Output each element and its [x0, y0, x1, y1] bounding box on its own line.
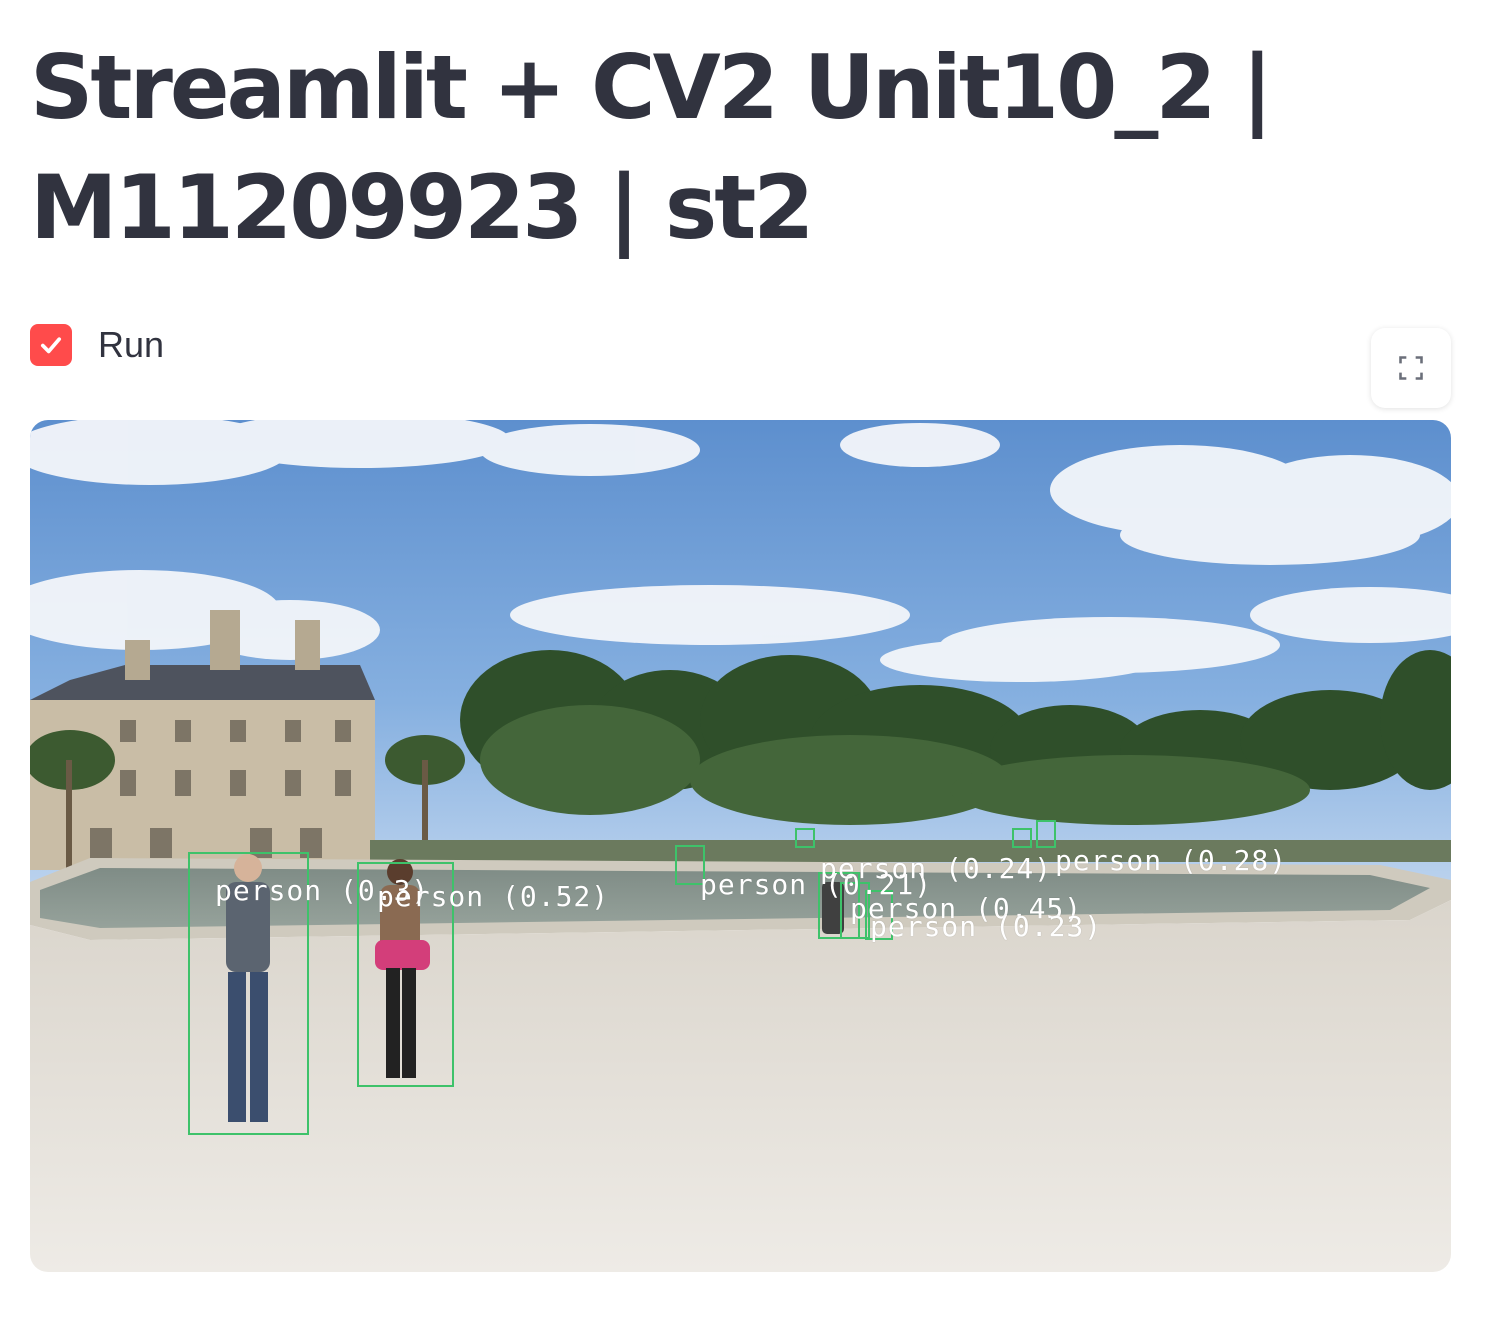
detection-label-5: person (0.28) — [1055, 844, 1288, 877]
detection-overlay: person (0.3) person (0.52) person (0.21)… — [30, 420, 1451, 1272]
detection-box-4 — [795, 828, 815, 848]
page-title: Streamlit + CV2 Unit10_2 | M11209923 | s… — [30, 28, 1290, 268]
detection-box-6 — [1036, 820, 1056, 848]
fullscreen-icon — [1399, 356, 1423, 380]
detection-label-7: person (0.23) — [870, 910, 1103, 943]
detection-label-2: person (0.52) — [377, 880, 610, 913]
run-checkbox-label: Run — [98, 324, 165, 365]
app-page: Streamlit + CV2 Unit10_2 | M11209923 | s… — [0, 0, 1496, 1330]
detection-box-5 — [1012, 828, 1032, 848]
fullscreen-button[interactable] — [1371, 328, 1451, 408]
run-checkbox[interactable]: Run — [30, 322, 164, 368]
title-line-1: Streamlit + CV2 Unit10_2 | — [30, 36, 1273, 139]
detection-label-4: person (0.24) — [820, 852, 1053, 885]
checkbox-checked-icon[interactable] — [30, 324, 72, 366]
video-frame: person (0.3) person (0.52) person (0.21)… — [30, 420, 1451, 1272]
title-line-2: M11209923 | st2 — [30, 156, 815, 259]
